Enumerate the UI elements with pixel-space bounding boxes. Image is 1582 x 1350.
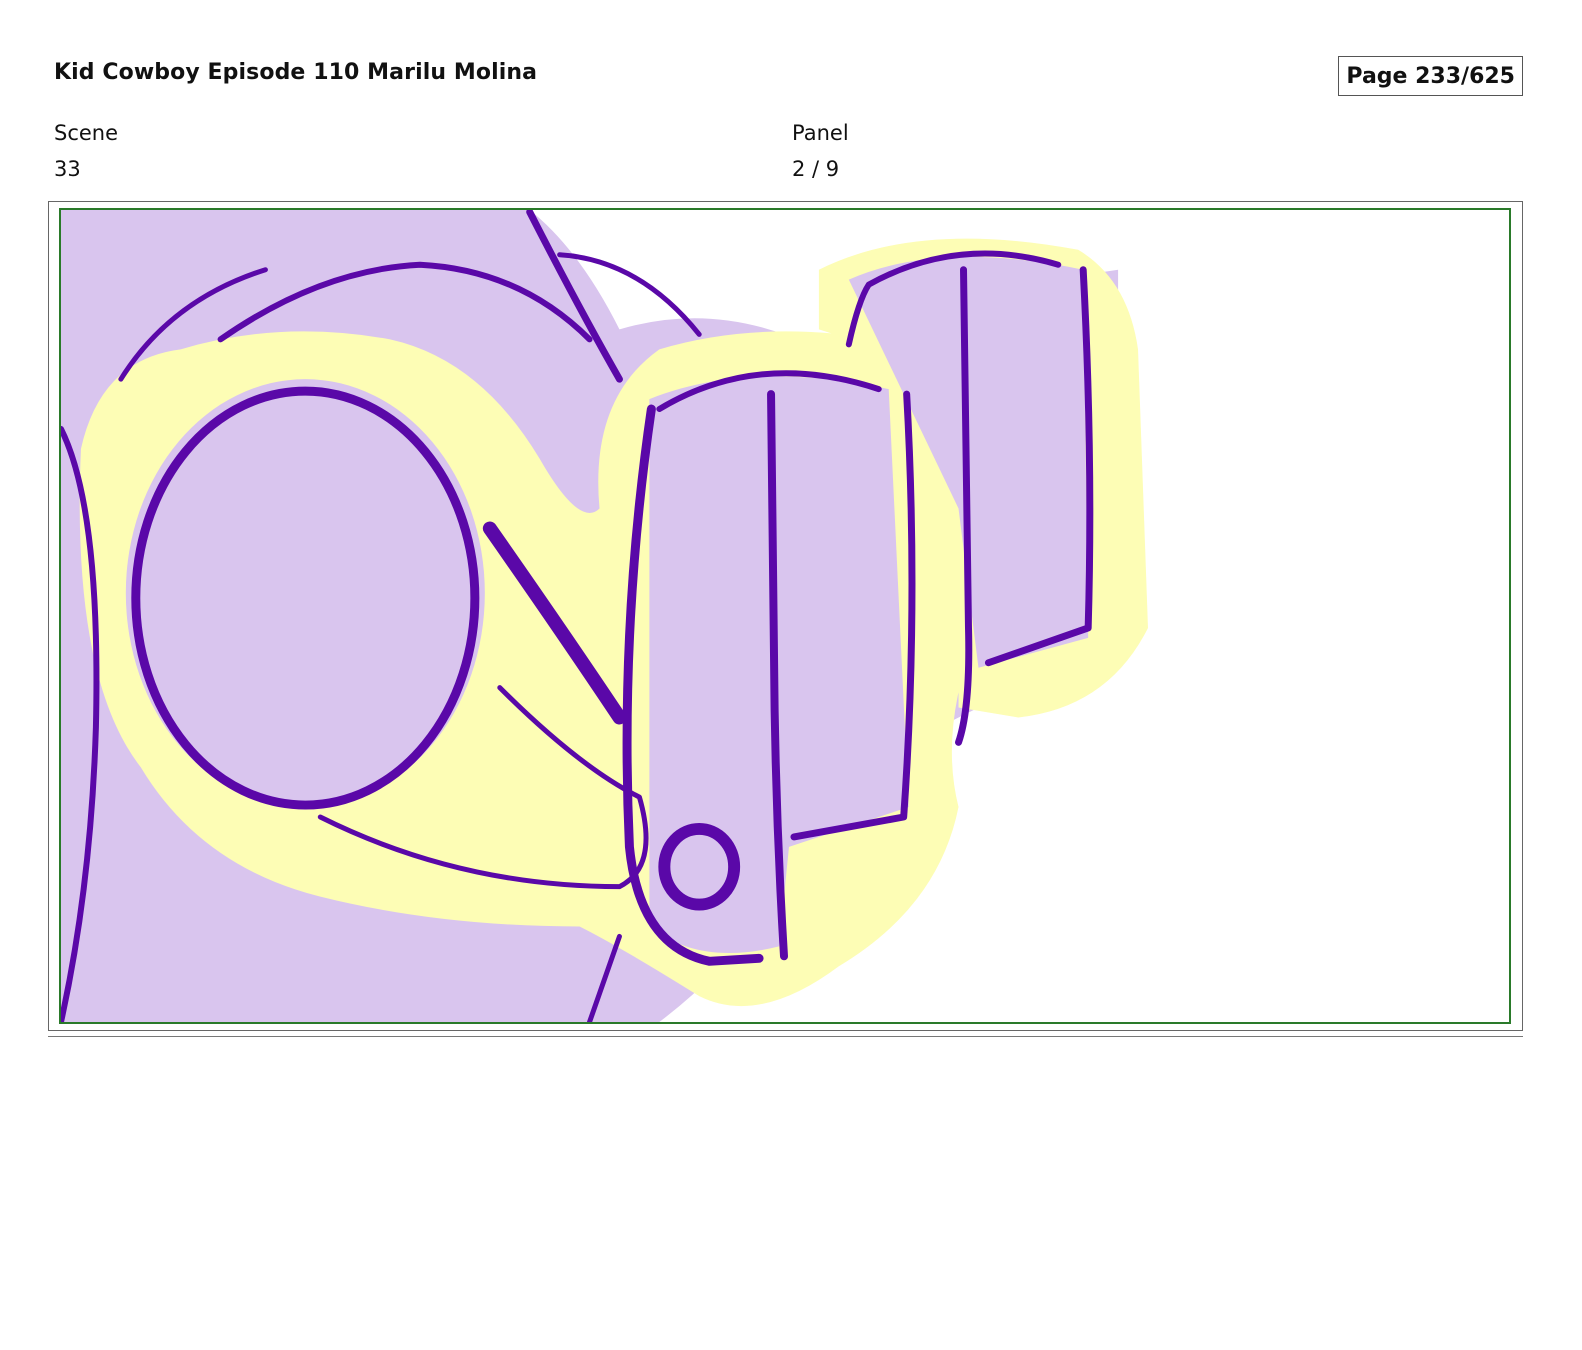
panel-label: Panel xyxy=(792,121,849,145)
page-number-box: Page 233/625 xyxy=(1338,56,1523,96)
scene-label: Scene xyxy=(54,121,119,145)
panel-frame xyxy=(59,208,1511,1024)
bottom-rule xyxy=(48,1036,1523,1037)
document-title: Kid Cowboy Episode 110 Marilu Molina xyxy=(54,60,538,85)
scene-value: 33 xyxy=(54,157,81,181)
storyboard-sketch xyxy=(61,210,1148,1022)
panel-value: 2 / 9 xyxy=(792,157,840,181)
